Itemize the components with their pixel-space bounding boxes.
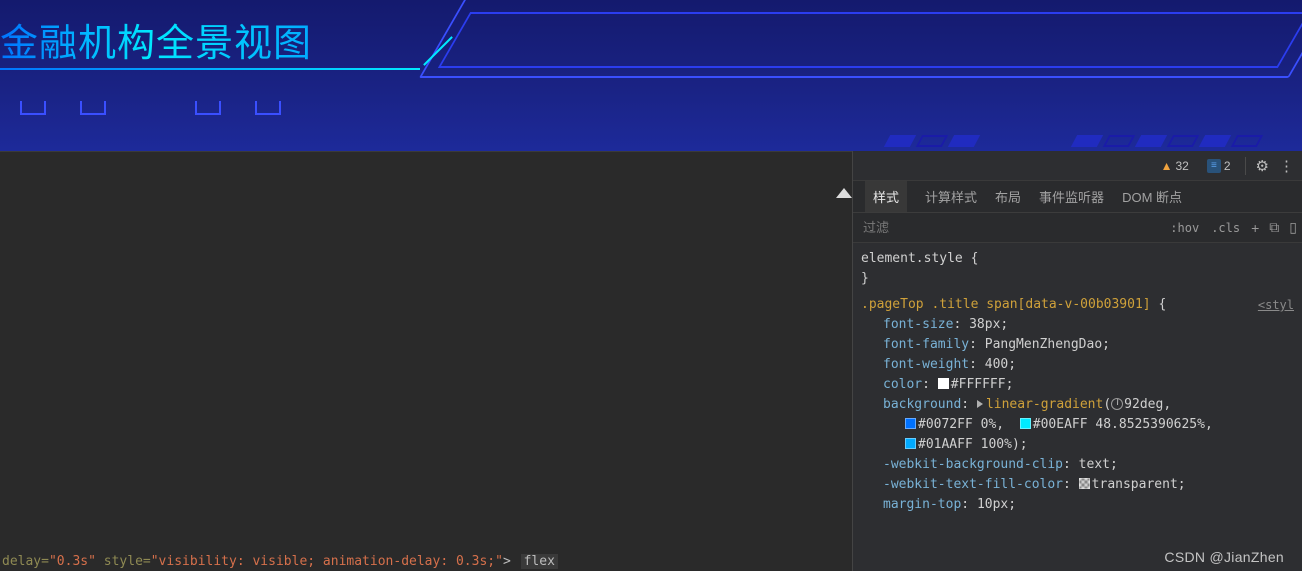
styles-tabs: 样式 计算样式 布局 事件监听器 DOM 断点 xyxy=(853,181,1302,213)
banner-decoration-dashes xyxy=(887,135,977,147)
divider xyxy=(1245,157,1246,175)
expand-icon[interactable] xyxy=(977,400,983,408)
banner-frame-inner xyxy=(438,12,1302,68)
info-icon: ≡ xyxy=(1207,159,1221,173)
tab-dom-breakpoints[interactable]: DOM 断点 xyxy=(1122,187,1182,206)
gradient-stops-line[interactable]: #01AAFF 100%); xyxy=(861,435,1294,455)
elements-code-fragment[interactable]: delay="0.3s" style="visibility: visible;… xyxy=(2,554,558,569)
css-declaration[interactable]: font-family: PangMenZhengDao; xyxy=(861,335,1294,355)
rule-header[interactable]: .pageTop .title span[data-v-00b03901] { … xyxy=(861,295,1294,315)
banner-decoration-brackets xyxy=(20,101,106,115)
styles-rules[interactable]: element.style { } .pageTop .title span[d… xyxy=(853,243,1302,571)
warnings-badge[interactable]: ▲ 32 xyxy=(1157,157,1193,175)
color-swatch[interactable] xyxy=(1079,478,1090,489)
cls-toggle[interactable]: .cls xyxy=(1205,221,1246,235)
styles-filter-row: :hov .cls + ⧉ ▯ xyxy=(853,213,1302,243)
computed-sidebar-icon[interactable]: ⧉ xyxy=(1264,219,1284,236)
page-title: 金融机构全景视图 xyxy=(0,12,312,67)
color-swatch[interactable] xyxy=(1020,418,1031,429)
tab-layout[interactable]: 布局 xyxy=(995,187,1021,206)
attr-value: "0.3s" xyxy=(49,554,96,569)
styles-panel: ▲ 32 ≡ 2 ⚙ ⋮ 样式 计算样式 布局 事件监听器 DOM 断点 :ho… xyxy=(852,151,1302,571)
hover-toggle[interactable]: :hov xyxy=(1164,221,1205,235)
devtools-area: delay="0.3s" style="visibility: visible;… xyxy=(0,151,1302,571)
color-swatch[interactable] xyxy=(938,378,949,389)
tab-event-listeners[interactable]: 事件监听器 xyxy=(1039,187,1104,206)
source-link[interactable]: <styl xyxy=(1258,295,1294,315)
element-style-rule[interactable]: element.style { } xyxy=(861,249,1294,289)
kebab-icon[interactable]: ⋮ xyxy=(1279,157,1294,175)
styles-filter-input[interactable] xyxy=(853,220,1164,235)
title-underline xyxy=(0,68,420,70)
toggle-rendering-icon[interactable]: ▯ xyxy=(1284,219,1302,236)
watermark: CSDN @JianZhen xyxy=(1164,549,1284,565)
css-declaration[interactable]: -webkit-background-clip: text; xyxy=(861,455,1294,475)
selector: element.style xyxy=(861,251,963,266)
elements-panel[interactable]: delay="0.3s" style="visibility: visible;… xyxy=(0,151,852,571)
css-declaration[interactable]: margin-top: 10px; xyxy=(861,495,1294,515)
color-swatch[interactable] xyxy=(905,418,916,429)
attr-value: "visibility: visible; animation-delay: 0… xyxy=(151,554,503,569)
gradient-stops-line[interactable]: #0072FF 0%, #00EAFF 48.8525390625%, xyxy=(861,415,1294,435)
info-count: 2 xyxy=(1224,159,1231,173)
flex-badge[interactable]: flex xyxy=(521,554,558,569)
scroll-up-icon[interactable] xyxy=(836,188,852,198)
warning-icon: ▲ xyxy=(1161,159,1173,173)
tab-styles[interactable]: 样式 xyxy=(865,181,907,212)
warnings-count: 32 xyxy=(1176,159,1189,173)
css-declaration[interactable]: font-size: 38px; xyxy=(861,315,1294,335)
devtools-toolbar: ▲ 32 ≡ 2 ⚙ ⋮ xyxy=(853,151,1302,181)
banner-decoration-dashes xyxy=(1074,135,1260,147)
color-swatch[interactable] xyxy=(905,438,916,449)
info-badge[interactable]: ≡ 2 xyxy=(1203,157,1235,175)
css-declaration[interactable]: background: linear-gradient(92deg, xyxy=(861,395,1294,415)
angle-swatch[interactable] xyxy=(1111,398,1123,410)
css-declaration[interactable]: -webkit-text-fill-color: transparent; xyxy=(861,475,1294,495)
gear-icon[interactable]: ⚙ xyxy=(1256,157,1269,175)
banner-decoration-brackets xyxy=(195,101,281,115)
new-style-rule-icon[interactable]: + xyxy=(1246,220,1264,236)
page-banner: 金融机构全景视图 xyxy=(0,0,1302,151)
tab-computed[interactable]: 计算样式 xyxy=(925,187,977,206)
css-declaration[interactable]: color: #FFFFFF; xyxy=(861,375,1294,395)
css-declaration[interactable]: font-weight: 400; xyxy=(861,355,1294,375)
